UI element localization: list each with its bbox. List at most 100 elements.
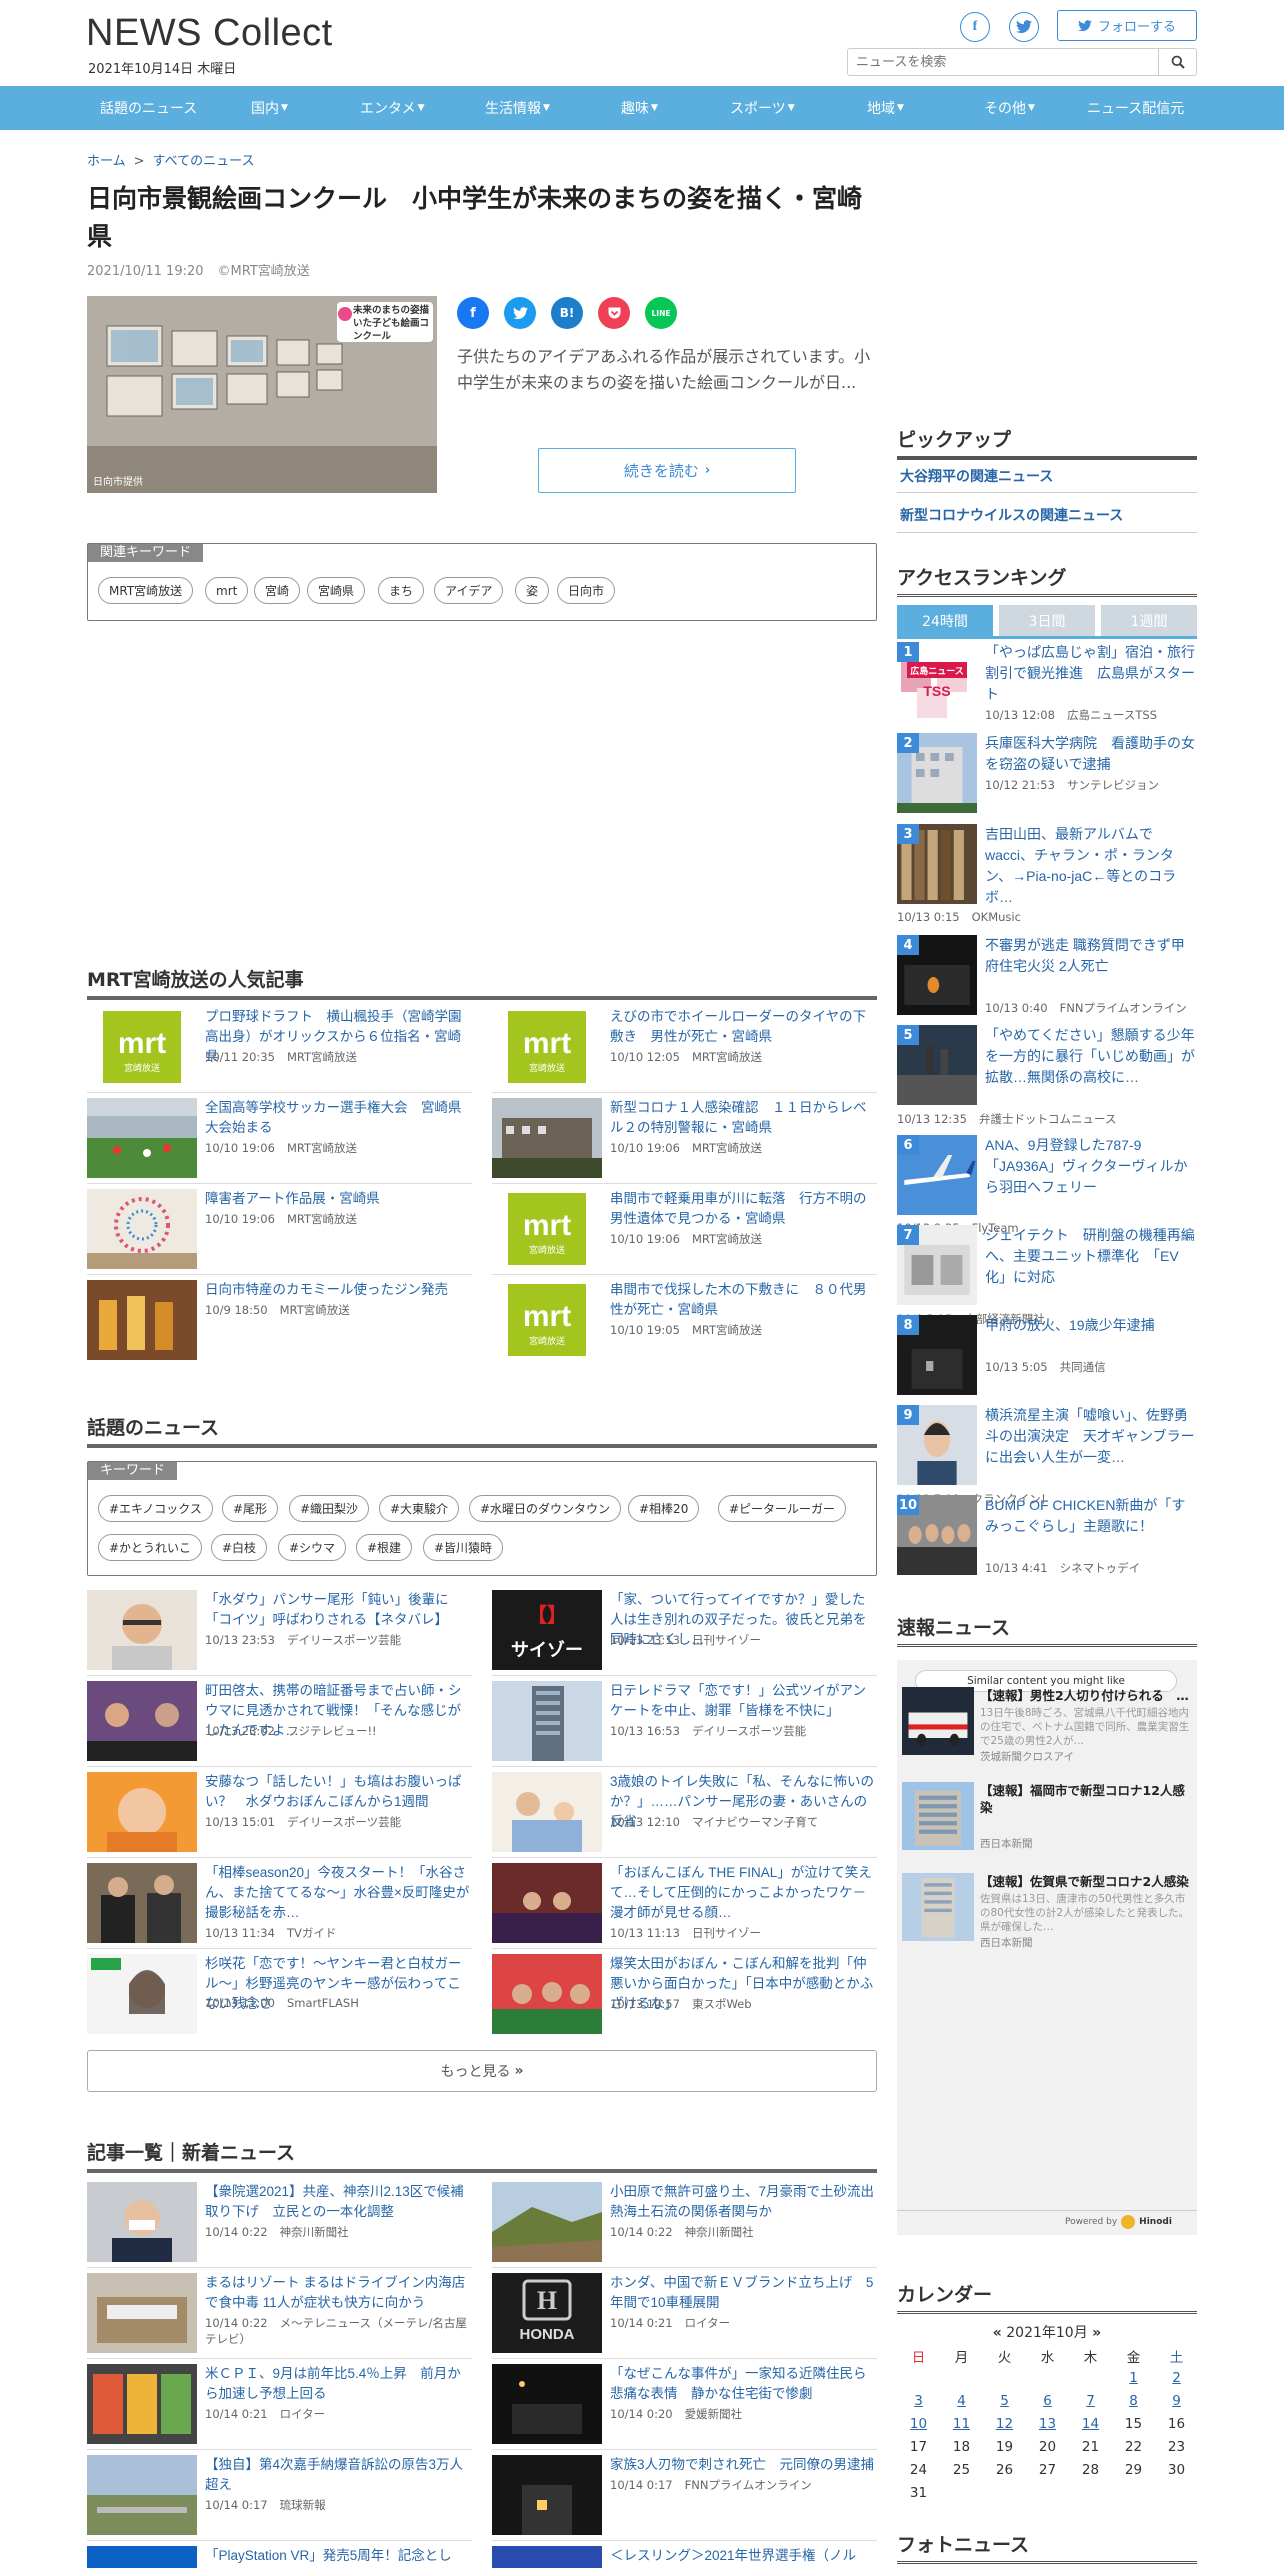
ranking-title[interactable]: 吉田山田、最新アルバムでwacci、チャラン・ポ・ランタン、→Pia-no-ja… xyxy=(985,824,1197,908)
keyword-chip[interactable]: #皆川猿時 xyxy=(423,1534,504,1561)
twitter-share-icon[interactable] xyxy=(504,297,536,329)
news-title[interactable]: ＜レスリング＞2021年世界選手権（ノル xyxy=(610,2546,875,2566)
news-item[interactable]: 「なぜこんな事件が」一家知る近隣住民ら悲痛な表情 静かな住宅街で惨劇 10/14 … xyxy=(492,2364,877,2455)
breaking-item[interactable]: 【速報】佐賀県で新型コロナ2人感染 佐賀県は13日、唐津市の50代男性と多久市の8… xyxy=(902,1873,1192,1953)
calendar-day[interactable]: 8 xyxy=(1112,2393,1155,2409)
calendar-prev[interactable]: « xyxy=(993,2325,1002,2341)
pickup-link-covid[interactable]: 新型コロナウイルスの関連ニュース xyxy=(900,505,1123,525)
calendar-day[interactable]: 6 xyxy=(1026,2393,1069,2409)
keyword-chip[interactable]: 宮崎県 xyxy=(307,577,366,604)
search-input[interactable] xyxy=(848,49,1158,75)
news-thumbnail[interactable]: mrt 宮崎放送 xyxy=(492,1280,602,1360)
news-thumbnail[interactable] xyxy=(492,1681,602,1761)
news-thumbnail[interactable] xyxy=(87,1189,197,1269)
keyword-chip[interactable]: #織田梨沙 xyxy=(289,1495,370,1522)
ranking-item[interactable]: 8 甲府の放火、19歳少年逮捕 10/13 5:05 共同通信 xyxy=(897,1315,1197,1400)
news-item[interactable]: mrt 宮崎放送 串間市で軽乗用車が川に転落 行方不明の男性遺体で見つかる・宮崎県 1… xyxy=(492,1189,877,1280)
news-title[interactable]: 【衆院選2021】共産、神奈川2.13区で候補取り下げ 立民との一本化調整 xyxy=(205,2182,470,2222)
article-image[interactable]: 未来のまちの姿描いた子ども絵画コンクール 日向市提供 xyxy=(87,296,437,493)
keyword-chip[interactable]: #かとうれいこ xyxy=(98,1534,203,1561)
news-title[interactable]: まるはリゾート まるはドライブイン内海店で食中毒 11人が症状も快方に向かう xyxy=(205,2273,470,2313)
nav-topics[interactable]: 話題のニュース xyxy=(100,86,197,130)
news-title[interactable]: 串間市で軽乗用車が川に転落 行方不明の男性遺体で見つかる・宮崎県 xyxy=(610,1189,875,1229)
calendar-day[interactable]: 14 xyxy=(1069,2416,1112,2432)
tab-1week[interactable]: 1週間 xyxy=(1101,605,1197,637)
news-item[interactable]: 【衆院選2021】共産、神奈川2.13区で候補取り下げ 立民との一本化調整 10/… xyxy=(87,2182,472,2273)
nav-hobby[interactable]: 趣味 ▼ xyxy=(621,86,658,130)
news-thumbnail[interactable] xyxy=(87,2364,197,2444)
calendar-day[interactable]: 7 xyxy=(1069,2393,1112,2409)
site-logo[interactable]: NEWS Collect xyxy=(86,12,333,55)
more-button[interactable]: もっと見る» xyxy=(87,2050,877,2092)
news-title[interactable]: ホンダ、中国で新ＥＶブランド立ち上げ 5年間で10車種展開 xyxy=(610,2273,875,2313)
news-item[interactable]: 米ＣＰＩ、9月は前年比5.4％上昇 前月から加速し予想上回る 10/14 0:21… xyxy=(87,2364,472,2455)
keyword-chip[interactable]: #ピータールーガー xyxy=(718,1495,847,1522)
news-thumbnail[interactable] xyxy=(87,1954,197,2034)
news-item[interactable]: mrt 宮崎放送 串間市で伐採した木の下敷きに ８０代男性が死亡・宮崎県 10/10 … xyxy=(492,1280,877,1371)
news-thumbnail[interactable] xyxy=(87,2546,197,2568)
news-thumbnail[interactable] xyxy=(87,2455,197,2535)
news-title[interactable]: 安藤なつ「話したい！」も塙はお腹いっぱい？ 水ダウおぼんこぼんから1週間 xyxy=(205,1772,470,1812)
calendar-day[interactable]: 2 xyxy=(1155,2370,1198,2386)
news-item[interactable]: 【独自】第4次嘉手納爆音訴訟の原告3万人超え 10/14 0:17 琉球新報 xyxy=(87,2455,472,2546)
news-item[interactable]: 障害者アート作品展・宮崎県 10/10 19:06 MRT宮崎放送 xyxy=(87,1189,472,1280)
news-title[interactable]: 新型コロナ１人感染確認 １１日からレベル２の特別警報に・宮崎県 xyxy=(610,1098,875,1138)
news-thumbnail[interactable] xyxy=(87,1772,197,1852)
ranking-title[interactable]: 不審男が逃走 職務質問できず甲府住宅火災 2人死亡 xyxy=(985,935,1197,977)
ranking-title[interactable]: 「やめてください」懇願する少年を一方的に暴行「いじめ動画」が拡散…無関係の高校に… xyxy=(985,1025,1197,1088)
news-title[interactable]: 「おぼんこぼん THE FINAL」が泣けて笑えて…そして圧倒的にかっこよかった… xyxy=(610,1863,875,1923)
keyword-chip[interactable]: 日向市 xyxy=(557,577,616,604)
ranking-item[interactable]: 4 不審男が逃走 職務質問できず甲府住宅火災 2人死亡 10/13 0:40 FNNプ… xyxy=(897,935,1197,1020)
nav-domestic[interactable]: 国内 ▼ xyxy=(251,86,288,130)
keyword-chip[interactable]: まち xyxy=(378,577,425,604)
news-thumbnail[interactable] xyxy=(492,2364,602,2444)
news-thumbnail[interactable] xyxy=(87,1098,197,1178)
search-button[interactable] xyxy=(1158,49,1196,75)
news-thumbnail[interactable] xyxy=(87,1863,197,1943)
keyword-chip[interactable]: #大東駿介 xyxy=(379,1495,460,1522)
news-title[interactable]: 米ＣＰＩ、9月は前年比5.4％上昇 前月から加速し予想上回る xyxy=(205,2364,470,2404)
news-item[interactable]: 新型コロナ１人感染確認 １１日からレベル２の特別警報に・宮崎県 10/10 19:… xyxy=(492,1098,877,1189)
twitter-icon[interactable] xyxy=(1009,12,1039,42)
keyword-chip[interactable]: mrt xyxy=(205,577,249,604)
news-thumbnail[interactable] xyxy=(87,1590,197,1670)
keyword-chip[interactable]: アイデア xyxy=(434,577,504,604)
keyword-chip[interactable]: 宮崎 xyxy=(254,577,301,604)
calendar-day[interactable]: 11 xyxy=(940,2416,983,2432)
calendar-day[interactable]: 5 xyxy=(983,2393,1026,2409)
news-title[interactable]: 「PlayStation VR」発売5周年！記念とし xyxy=(205,2546,470,2566)
news-thumbnail[interactable]: mrt 宮崎放送 xyxy=(492,1007,602,1087)
ranking-item[interactable]: 3 吉田山田、最新アルバムでwacci、チャラン・ポ・ランタン、→Pia-no-j… xyxy=(897,824,1197,924)
news-thumbnail[interactable]: 【】 サイゾー xyxy=(492,1590,602,1670)
news-title[interactable]: 障害者アート作品展・宮崎県 xyxy=(205,1189,470,1209)
news-item[interactable]: 「PlayStation VR」発売5周年！記念とし xyxy=(87,2546,472,2568)
ranking-title[interactable]: ジェイテクト 研削盤の機種再編へ、主要ユニット標準化 「EV化」に対応 xyxy=(985,1225,1197,1288)
hatena-share-icon[interactable]: B! xyxy=(551,297,583,329)
read-more-button[interactable]: 続きを読む › xyxy=(538,448,796,493)
news-title[interactable]: 家族3人刃物で刺され死亡 元同僚の男逮捕 xyxy=(610,2455,875,2475)
news-item[interactable]: H HONDA ホンダ、中国で新ＥＶブランド立ち上げ 5年間で10車種展開 10/14… xyxy=(492,2273,877,2364)
news-title[interactable]: 「なぜこんな事件が」一家知る近隣住民ら悲痛な表情 静かな住宅街で惨劇 xyxy=(610,2364,875,2404)
news-item[interactable]: 3歳娘のトイレ失敗に「私、そんなに怖いのか？」……パンサー尾形の妻・あいさんの反… xyxy=(492,1772,877,1863)
news-item[interactable]: 【】 サイゾー 「家、ついて行ってイイですか？」愛した人は生き別れの双子だった。彼氏… xyxy=(492,1590,877,1681)
news-thumbnail[interactable] xyxy=(492,1098,602,1178)
ranking-item[interactable]: 7ジェイテクト 研削盤の機種再編へ、主要ユニット標準化 「EV化」に対応10/8… xyxy=(897,1225,1197,1326)
news-item[interactable]: 「おぼんこぼん THE FINAL」が泣けて笑えて…そして圧倒的にかっこよかった… xyxy=(492,1863,877,1954)
news-item[interactable]: 日向市特産のカモミール使ったジン発売 10/9 18:50 MRT宮崎放送 xyxy=(87,1280,472,1371)
ranking-item[interactable]: 6 ANA、9月登録した787-9「JA936A」ヴィクターヴィルから羽田へフェリ… xyxy=(897,1135,1197,1235)
breaking-title[interactable]: 【速報】佐賀県で新型コロナ2人感染 xyxy=(980,1873,1192,1890)
calendar-day[interactable]: 9 xyxy=(1155,2393,1198,2409)
news-thumbnail[interactable] xyxy=(87,2182,197,2262)
ranking-item[interactable]: 2 兵庫医科大学病院 看護助手の女を窃盗の疑いで逮捕 10/12 21:53 サンテレ… xyxy=(897,733,1197,818)
news-title[interactable]: 【独自】第4次嘉手納爆音訴訟の原告3万人超え xyxy=(205,2455,470,2495)
news-item[interactable]: 爆笑太田がおぼん・こぼん和解を批判「仲悪いから面白かった」「日本中が感動とかふざ… xyxy=(492,1954,877,2045)
keyword-chip[interactable]: 姿 xyxy=(515,577,550,604)
news-item[interactable]: 家族3人刃物で刺され死亡 元同僚の男逮捕 10/14 0:17 FNNプライムオンラ… xyxy=(492,2455,877,2546)
nav-sports[interactable]: スポーツ ▼ xyxy=(730,86,795,130)
news-item[interactable]: 「水ダウ」パンサー尾形「鈍い」後輩に「コイツ」呼ばわりされる【ネタバレ】 10/1… xyxy=(87,1590,472,1681)
breadcrumb-home[interactable]: ホーム xyxy=(87,154,126,169)
keyword-chip[interactable]: #シウマ xyxy=(278,1534,347,1561)
ranking-title[interactable]: ANA、9月登録した787-9「JA936A」ヴィクターヴィルから羽田へフェリー xyxy=(985,1135,1197,1198)
ranking-title[interactable]: BUMP OF CHICKEN新曲が「すみっこぐらし」主題歌に！ xyxy=(985,1495,1197,1537)
nav-entertainment[interactable]: エンタメ ▼ xyxy=(360,86,425,130)
